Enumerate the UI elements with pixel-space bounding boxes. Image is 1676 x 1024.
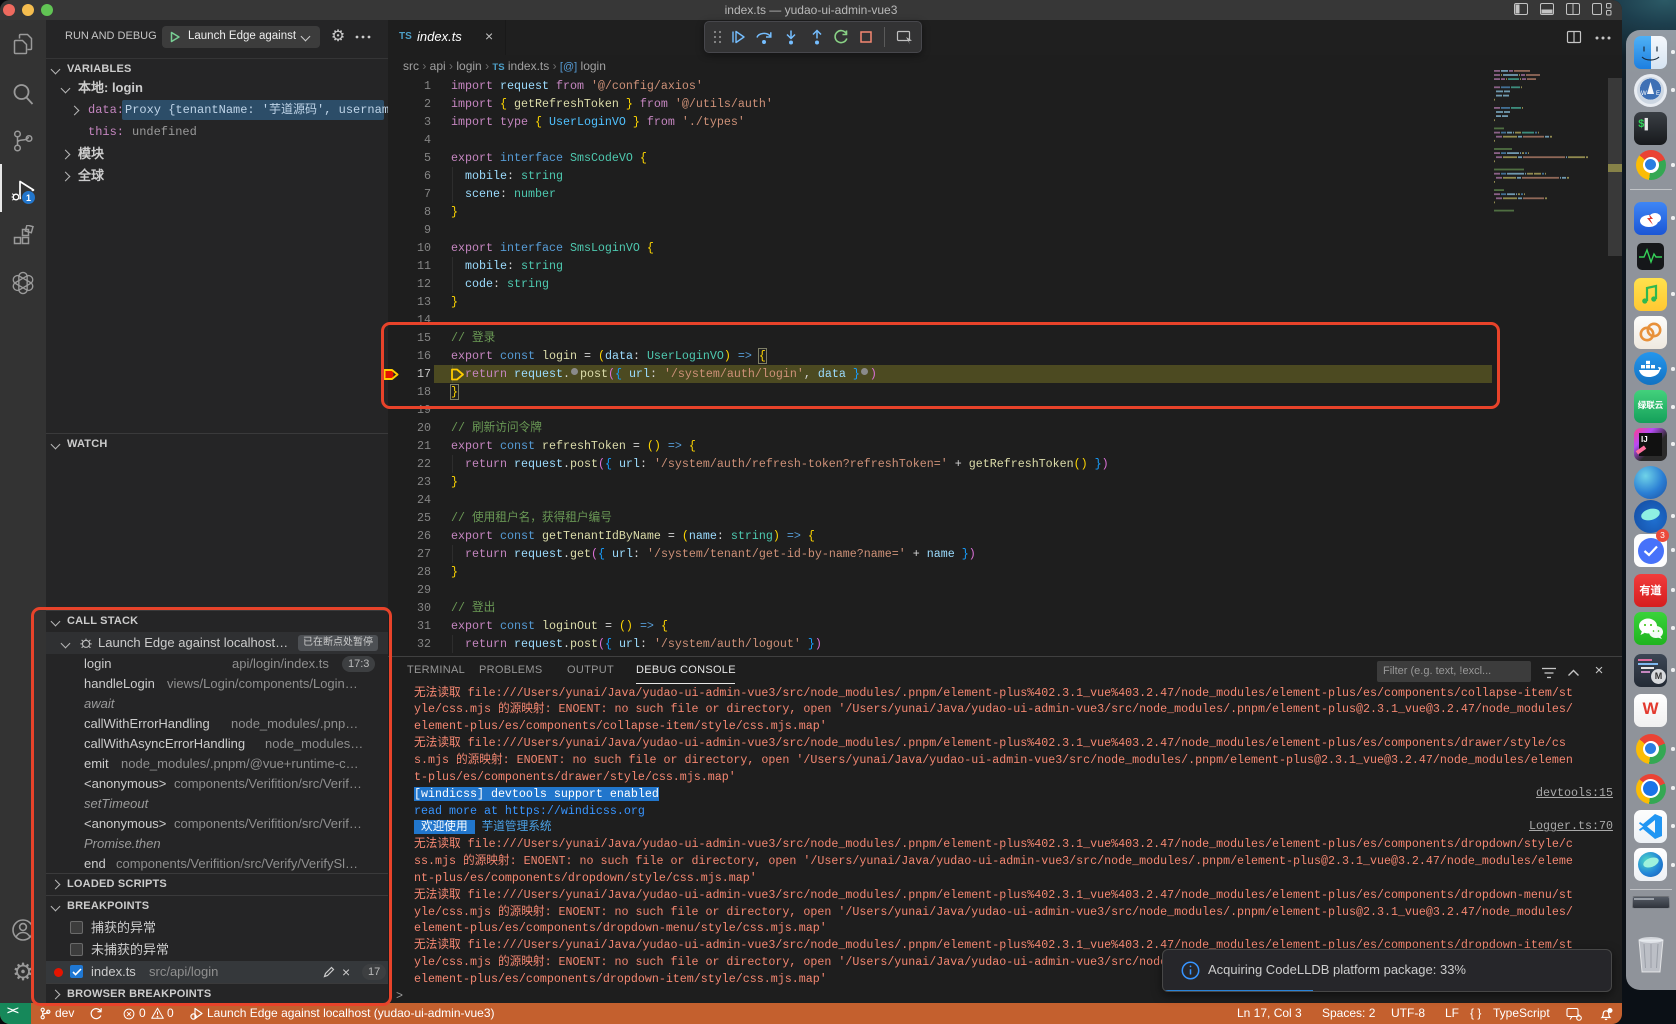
svg-text:E: E [1656,91,1660,97]
svg-text:W: W [1641,91,1647,97]
